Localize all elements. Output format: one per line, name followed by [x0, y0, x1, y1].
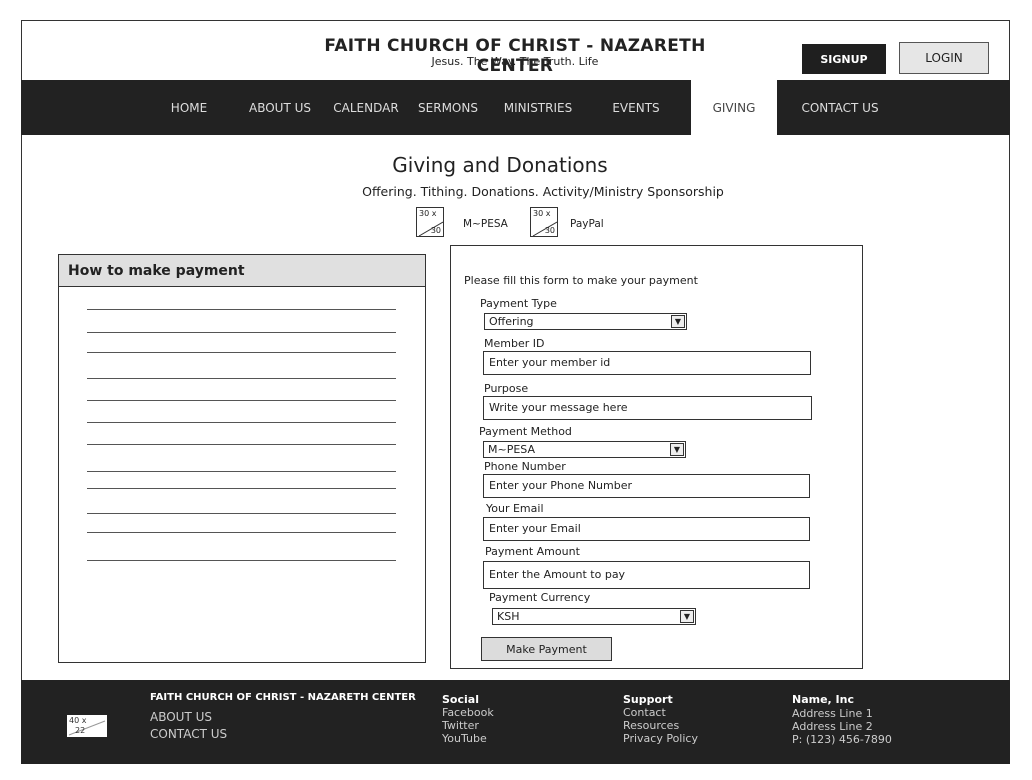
nav-sermons[interactable]: SERMONS [413, 80, 483, 135]
phone-input[interactable]: Enter your Phone Number [483, 474, 810, 498]
paypal-label[interactable]: PayPal [570, 218, 604, 230]
mpesa-logo-placeholder[interactable]: 30 x 30 [416, 207, 444, 237]
purpose-input[interactable]: Write your message here [483, 396, 812, 420]
dropdown-arrow-icon[interactable]: ▼ [680, 610, 694, 623]
company-name: Name, Inc [792, 693, 855, 706]
payment-type-select[interactable]: Offering ▼ [484, 313, 687, 330]
text-line [87, 378, 396, 379]
panel-title: How to make payment [59, 255, 425, 287]
phone-label: Phone Number [484, 460, 566, 473]
footer-link-privacy[interactable]: Privacy Policy [623, 733, 698, 745]
login-button[interactable]: LOGIN [899, 42, 989, 74]
support-title: Support [623, 693, 673, 706]
page-heading: Giving and Donations [392, 153, 608, 177]
payment-method-value: M~PESA [488, 443, 536, 456]
nav-events[interactable]: EVENTS [601, 80, 671, 135]
site-footer: 40 x 22 FAITH CHURCH OF CHRIST - NAZARET… [21, 680, 1010, 764]
address-line-1: Address Line 1 [792, 707, 873, 720]
payment-type-label: Payment Type [480, 297, 557, 310]
text-line [87, 513, 396, 514]
footer-link-facebook[interactable]: Facebook [442, 707, 494, 719]
text-line [87, 422, 396, 423]
purpose-label: Purpose [484, 382, 529, 395]
text-line [87, 560, 396, 561]
amount-input[interactable]: Enter the Amount to pay [483, 561, 810, 589]
text-line [87, 532, 396, 533]
placeholder-size-top: 40 x [69, 716, 87, 725]
placeholder-size-bottom: 30 [430, 226, 441, 235]
footer-link-youtube[interactable]: YouTube [442, 733, 487, 745]
footer-link-twitter[interactable]: Twitter [442, 720, 479, 732]
payment-type-value: Offering [489, 315, 534, 328]
text-line [87, 471, 396, 472]
email-input[interactable]: Enter your Email [483, 517, 810, 541]
currency-select[interactable]: KSH ▼ [492, 608, 696, 625]
placeholder-size-top: 30 x [419, 209, 437, 218]
text-line [87, 332, 396, 333]
nav-giving[interactable]: GIVING [691, 80, 777, 135]
member-id-label: Member ID [484, 337, 545, 350]
page-subheading: Offering. Tithing. Donations. Activity/M… [362, 184, 724, 199]
text-line [87, 309, 396, 310]
paypal-logo-placeholder[interactable]: 30 x 30 [530, 207, 558, 237]
footer-link-about[interactable]: ABOUT US [150, 711, 212, 723]
nav-calendar[interactable]: CALENDAR [329, 80, 403, 135]
address-line-2: Address Line 2 [792, 720, 873, 733]
site-tagline: Jesus. The Way. The Truth. Life [431, 55, 599, 68]
dropdown-arrow-icon[interactable]: ▼ [671, 315, 685, 328]
main-nav: HOME ABOUT US CALENDAR SERMONS MINISTRIE… [21, 80, 1010, 135]
nav-about-us[interactable]: ABOUT US [243, 80, 317, 135]
dropdown-arrow-icon[interactable]: ▼ [670, 443, 684, 456]
text-line [87, 444, 396, 445]
currency-label: Payment Currency [489, 591, 591, 604]
phone-number: P: (123) 456-7890 [792, 733, 892, 746]
amount-label: Payment Amount [485, 545, 580, 558]
text-line [87, 352, 396, 353]
footer-link-resources[interactable]: Resources [623, 720, 679, 732]
form-intro: Please fill this form to make your payme… [464, 274, 698, 287]
mpesa-label[interactable]: M~PESA [463, 218, 508, 230]
footer-link-contact-support[interactable]: Contact [623, 707, 666, 719]
footer-logo-placeholder: 40 x 22 [67, 715, 107, 737]
nav-contact-us[interactable]: CONTACT US [789, 80, 891, 135]
footer-link-contact[interactable]: CONTACT US [150, 728, 227, 740]
nav-home[interactable]: HOME [158, 80, 220, 135]
email-label: Your Email [486, 502, 544, 515]
social-title: Social [442, 693, 479, 706]
footer-org-name: FAITH CHURCH OF CHRIST - NAZARETH CENTER [150, 692, 416, 703]
signup-button[interactable]: SIGNUP [802, 44, 886, 74]
currency-value: KSH [497, 610, 520, 623]
placeholder-size-top: 30 x [533, 209, 551, 218]
nav-ministries[interactable]: MINISTRIES [493, 80, 583, 135]
payment-method-label: Payment Method [479, 425, 572, 438]
member-id-input[interactable]: Enter your member id [483, 351, 811, 375]
make-payment-button[interactable]: Make Payment [481, 637, 612, 661]
text-line [87, 488, 396, 489]
placeholder-size-bottom: 30 [544, 226, 555, 235]
placeholder-size-bottom: 22 [75, 726, 86, 735]
text-line [87, 400, 396, 401]
payment-method-select[interactable]: M~PESA ▼ [483, 441, 686, 458]
how-to-pay-panel: How to make payment [58, 254, 426, 663]
